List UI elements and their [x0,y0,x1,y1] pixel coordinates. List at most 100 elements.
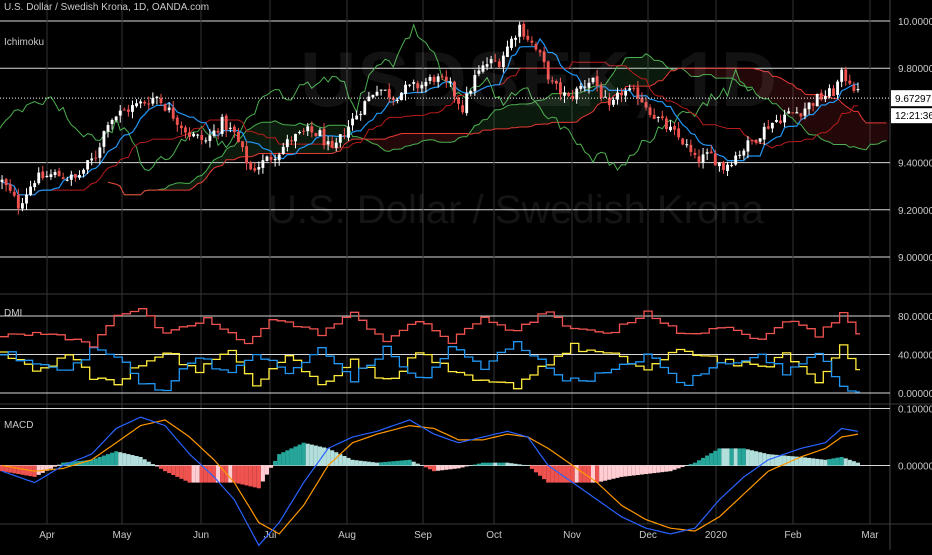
macd-histogram-bar [143,459,147,465]
candle-body [188,132,191,136]
candle-body [852,85,855,91]
candle-body [62,177,65,179]
cloud-segment [872,123,876,144]
cloud-segment [277,123,281,154]
time-tick-label: Oct [486,530,502,541]
candle-body [278,154,281,160]
candle-body [70,175,73,180]
macd-histogram-bar [770,454,774,465]
candle-body [172,108,175,119]
cloud-segment [876,123,880,144]
cloud-segment [424,133,428,140]
candle-body [327,141,330,144]
macd-histogram-bar [742,448,746,465]
macd-histogram-bar [355,460,359,465]
macd-histogram-bar [514,464,518,466]
candle-body [290,140,293,141]
cloud-segment [852,111,856,146]
macd-histogram-bar [701,458,705,466]
macd-histogram-bar [281,452,285,465]
candle-body [710,152,713,154]
macd-histogram-bar [265,466,269,475]
candle-body [25,195,28,204]
candle-body [90,158,93,160]
macd-histogram-bar [367,462,371,466]
time-tick-label: 2020 [705,530,728,541]
time-tick-label: Feb [784,530,802,541]
macd-histogram-bar [440,466,444,471]
macd-histogram-bar [253,466,257,488]
cloud-segment [835,98,839,144]
macd-histogram-bar [799,457,803,466]
candle-body [282,147,285,154]
cloud-segment [844,106,848,144]
macd-histogram-bar [261,466,265,482]
macd-histogram-bar [147,462,151,466]
macd-histogram-bar [240,466,244,485]
macd-histogram-bar [118,452,122,465]
macd-histogram-bar [387,462,391,466]
candle-body [131,105,134,112]
macd-histogram-bar [236,466,240,484]
candle-body [694,153,697,155]
candle-body [29,187,32,195]
macd-histogram-bar [404,460,408,465]
candle-body [213,131,216,136]
candle-body [164,104,167,111]
macd-histogram-bar [477,464,481,466]
cloud-segment [232,146,236,160]
candle-body [192,134,195,137]
macd-histogram-bar [277,454,281,465]
macd-histogram-bar [196,466,200,483]
time-tick-label: Apr [39,530,55,541]
macd-tick-label: 0.10000 [898,405,932,416]
cloud-segment [440,133,444,142]
candle-body [698,156,701,162]
candle-body [33,183,36,187]
countdown-label: 12:21:36 [895,111,932,122]
macd-histogram-bar [803,457,807,465]
macd-histogram-bar [848,460,852,466]
candle-body [208,136,211,141]
candle-body [722,162,725,170]
candle-body [58,171,61,177]
macd-histogram-bar [49,466,53,469]
candle-body [310,126,313,132]
macd-histogram-bar [16,466,20,475]
cloud-segment [831,98,835,144]
time-tick-label: Nov [563,530,581,541]
cloud-segment [856,111,860,148]
candle-body [74,174,77,178]
cloud-segment [412,133,416,144]
candle-body [21,203,24,208]
candle-body [347,127,350,138]
price-tick-label: 9.20000 [898,206,932,217]
candle-body [767,126,770,128]
macd-histogram-bar [130,455,134,465]
macd-histogram-bar [815,459,819,466]
cloud-segment [432,133,436,140]
candle-body [241,141,244,147]
macd-histogram-bar [379,462,383,465]
macd-histogram-bar [827,459,831,465]
cloud-segment [840,103,844,145]
macd-histogram-bar [428,466,432,470]
macd-histogram-bar [538,466,542,476]
candle-body [50,174,53,177]
candle-body [812,103,815,105]
macd-histogram-bar [758,452,762,465]
cloud-segment [884,123,888,141]
cloud-segment [428,133,432,139]
candle-body [168,107,171,110]
macd-histogram-bar [640,466,644,475]
candle-body [738,155,741,156]
cloud-segment [864,123,868,150]
candle-body [335,143,338,148]
macd-histogram-bar [607,466,611,480]
macd-histogram-bar [420,466,424,467]
macd-histogram-bar [840,457,844,466]
macd-histogram-bar [831,458,835,465]
cloud-segment [795,89,799,124]
candle-body [832,88,835,96]
macd-histogram-bar [436,466,440,471]
